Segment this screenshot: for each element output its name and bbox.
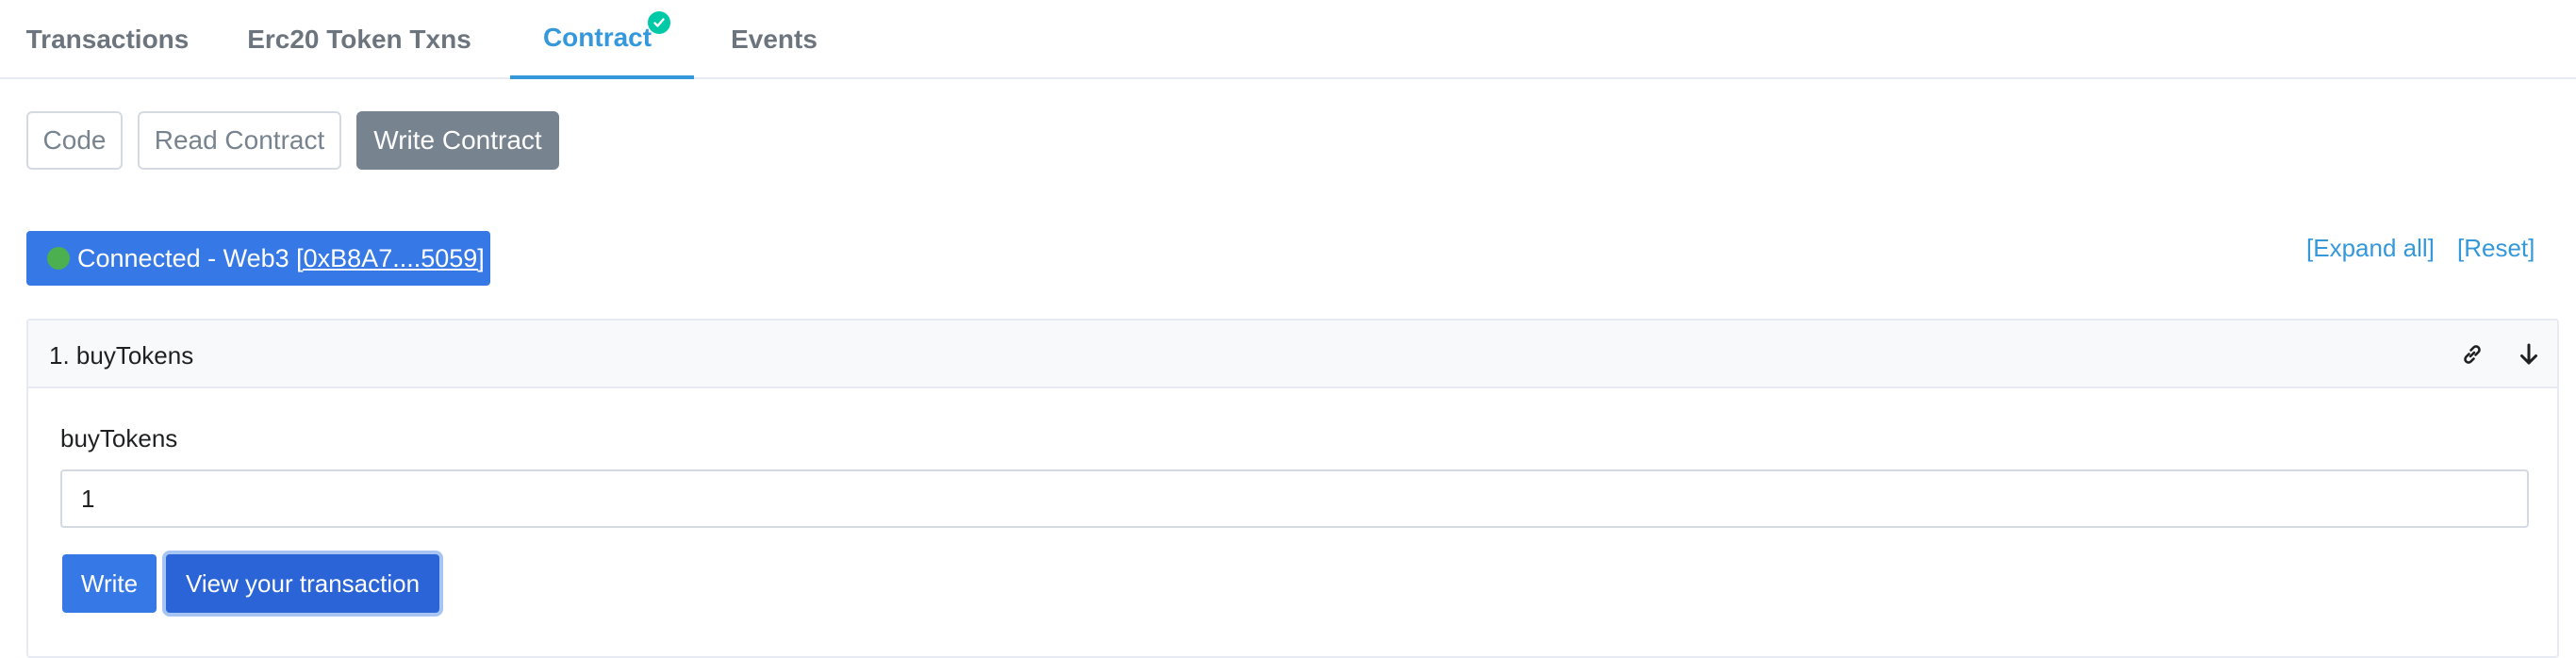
write-contract-button-label: Write Contract	[373, 125, 542, 155]
connection-status-text: Connected - Web3	[77, 243, 297, 272]
tab-label: Transactions	[25, 25, 190, 54]
write-contract-button[interactable]: Write Contract	[356, 111, 559, 170]
read-contract-button[interactable]: Read Contract	[138, 111, 341, 170]
method-card-buytokens: 1. buyTokens buyTokens Write View	[26, 319, 2559, 658]
write-button-label: Write	[80, 568, 139, 598]
tab-transactions[interactable]: Transactions	[0, 0, 215, 79]
link-icon[interactable]	[2457, 339, 2487, 370]
tab-label: Events	[731, 25, 817, 54]
connection-status-icon	[47, 247, 70, 270]
expand-all-link[interactable]: [Expand all]	[2306, 234, 2435, 263]
method-card-header[interactable]: 1. buyTokens	[28, 321, 2557, 388]
view-transaction-button[interactable]: View your transaction	[166, 554, 439, 613]
connected-web3-button[interactable]: Connected - Web3 [0xB8A7....5059]	[26, 231, 490, 286]
reset-link[interactable]: [Reset]	[2457, 234, 2535, 263]
method-title: 1. buyTokens	[49, 341, 194, 370]
wallet-address-link[interactable]: [0xB8A7....5059]	[296, 244, 485, 273]
arrow-down-icon[interactable]	[2514, 339, 2544, 370]
code-button[interactable]: Code	[26, 111, 123, 170]
contract-tabs: Transactions Erc20 Token Txns Contract E…	[0, 0, 2576, 79]
code-button-label: Code	[42, 125, 107, 155]
buytokens-input-label: buyTokens	[60, 424, 178, 452]
tab-contract[interactable]: Contract	[510, 0, 694, 79]
tab-events[interactable]: Events	[713, 0, 835, 79]
buytokens-input[interactable]	[60, 469, 2529, 528]
view-transaction-button-label: View your transaction	[185, 568, 421, 598]
tab-label: Erc20 Token Txns	[247, 25, 471, 54]
read-contract-button-label: Read Contract	[154, 125, 325, 155]
write-button[interactable]: Write	[62, 554, 157, 613]
tab-label: Contract	[542, 23, 652, 52]
tab-erc20-token-txns[interactable]: Erc20 Token Txns	[226, 0, 492, 79]
check-circle-icon	[648, 11, 670, 34]
